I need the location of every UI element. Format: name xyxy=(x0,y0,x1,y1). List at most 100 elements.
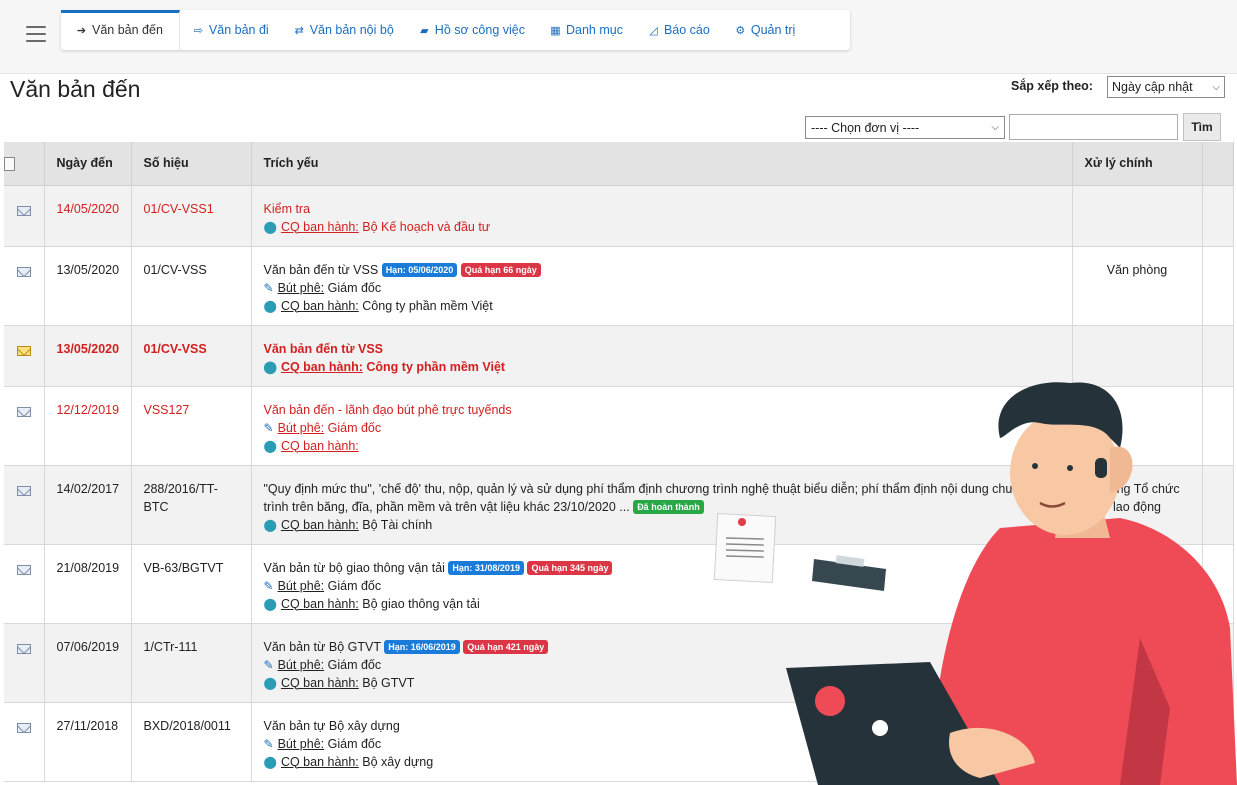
folder-icon: ▰ xyxy=(420,24,429,37)
tab-bao-cao[interactable]: ◿ Báo cáo xyxy=(635,10,722,50)
row-number: VB-63/BGTVT xyxy=(131,544,252,624)
header-date[interactable]: Ngày đến xyxy=(44,142,132,186)
sign-out-icon: ⇨ xyxy=(193,24,204,37)
row-issuer: ⬤ CQ ban hành: Công ty phần mềm Việt xyxy=(263,359,506,374)
search-button[interactable]: Tìm xyxy=(1183,113,1221,141)
tab-van-ban-di[interactable]: ⇨ Văn bản đi xyxy=(180,10,281,50)
header-number[interactable]: Số hiệu xyxy=(131,142,252,186)
row-issuer: ⬤ CQ ban hành: Bộ GTVT xyxy=(263,675,415,690)
envelope-icon xyxy=(16,267,31,278)
row-title-line: Văn bản đến từ VSS Hạn: 05/06/2020 Quá h… xyxy=(264,261,1060,279)
main-nav: ➔ Văn bản đến ⇨ Văn bản đi ⇄ Văn bản nội bộ… xyxy=(61,10,850,50)
search-input[interactable] xyxy=(1009,114,1178,140)
row-extra xyxy=(1202,465,1234,545)
row-extra xyxy=(1202,623,1234,703)
row-extra xyxy=(1202,246,1234,326)
envelope-icon xyxy=(16,407,31,418)
row-handler xyxy=(1072,623,1203,703)
row-issuer: ⬤ CQ ban hành: Bộ xây dựng xyxy=(263,754,434,769)
header-extra xyxy=(1202,142,1234,186)
row-icon-cell xyxy=(4,246,45,326)
envelope-icon xyxy=(16,206,31,217)
row-title-link[interactable]: Kiểm tra xyxy=(264,200,1060,218)
gears-icon: ⚙ xyxy=(735,24,746,37)
tab-ho-so-cong-viec[interactable]: ▰ Hồ sơ công việc xyxy=(406,10,537,50)
row-title-link[interactable]: Văn bản từ bộ giao thông vận tải xyxy=(264,561,445,575)
header-handler[interactable]: Xử lý chính xyxy=(1072,142,1203,186)
row-title-link[interactable]: Văn bản từ Bộ GTVT xyxy=(264,640,381,654)
row-icon-cell xyxy=(4,185,45,247)
table-row[interactable]: 07/06/2019 1/CTr-111 Văn bản từ Bộ GTVT … xyxy=(4,623,1234,703)
header-doc-icon-cell xyxy=(4,142,45,186)
map-marker-icon: ⬤ xyxy=(263,596,277,611)
tab-quan-tri[interactable]: ⚙ Quản trị xyxy=(722,10,807,50)
row-title-line: "Quy định mức thu", 'chế độ' thu, nộp, q… xyxy=(264,480,1060,516)
table-row[interactable]: 14/02/2017 288/2016/TT-BTC "Quy định mức… xyxy=(4,465,1234,545)
table-row[interactable]: 14/05/2020 01/CV-VSS1 Kiểm tra ⬤ CQ ban h… xyxy=(4,185,1234,247)
row-summary: "Quy định mức thu", 'chế độ' thu, nộp, q… xyxy=(251,465,1073,545)
row-summary: Văn bản từ bộ giao thông vận tải Hạn: 31… xyxy=(251,544,1073,624)
top-bar: ➔ Văn bản đến ⇨ Văn bản đi ⇄ Văn bản nội bộ… xyxy=(0,0,1237,74)
row-handler: Văn phòng xyxy=(1072,246,1203,326)
row-date: 13/05/2020 xyxy=(44,246,132,326)
row-icon-cell xyxy=(4,544,45,624)
row-handler xyxy=(1072,325,1203,387)
table-row[interactable]: 27/11/2018 BXD/2018/0011 Văn bản tự Bộ x… xyxy=(4,702,1234,782)
tab-van-ban-noi-bo[interactable]: ⇄ Văn bản nội bộ xyxy=(281,10,406,50)
overdue-badge: Quá hạn 345 ngày xyxy=(527,560,613,575)
exchange-icon: ⇄ xyxy=(294,24,304,37)
pencil-icon: ✎ xyxy=(263,578,274,593)
table-row[interactable]: 13/05/2020 01/CV-VSS Văn bản đến từ VSS … xyxy=(4,246,1234,326)
row-handler xyxy=(1072,702,1203,782)
envelope-icon xyxy=(16,644,31,655)
table-icon: ▦ xyxy=(550,24,561,37)
row-date: 14/05/2020 xyxy=(44,185,132,247)
row-date: 13/05/2020 xyxy=(44,325,132,387)
row-date: 21/08/2019 xyxy=(44,544,132,624)
row-number: 01/CV-VSS xyxy=(131,246,252,326)
row-handler xyxy=(1072,185,1203,247)
row-approver: ✎ Bút phê: Giám đốc xyxy=(263,578,382,593)
row-title-link[interactable]: Văn bản đến từ VSS xyxy=(264,263,379,277)
row-icon-cell xyxy=(4,623,45,703)
header-summary[interactable]: Trích yếu xyxy=(251,142,1073,186)
row-summary: Văn bản đến từ VSS Hạn: 05/06/2020 Quá h… xyxy=(251,246,1073,326)
envelope-unread-icon xyxy=(16,346,31,357)
row-date: 12/12/2019 xyxy=(44,386,132,466)
row-icon-cell xyxy=(4,465,45,545)
table-header: Ngày đến Số hiệu Trích yếu Xử lý chính xyxy=(4,142,1234,186)
table-row[interactable]: 21/08/2019 VB-63/BGTVT Văn bản từ bộ gia… xyxy=(4,544,1234,624)
row-extra xyxy=(1202,386,1234,466)
row-issuer: ⬤ CQ ban hành: Bộ giao thông vận tải xyxy=(263,596,480,611)
row-issuer: ⬤ CQ ban hành: Bộ Tài chính xyxy=(263,517,433,532)
row-handler xyxy=(1072,544,1203,624)
done-badge: Đã hoàn thành xyxy=(633,499,704,514)
sort-select[interactable]: Ngày cập nhật ⌵ xyxy=(1107,76,1225,98)
pencil-icon: ✎ xyxy=(263,657,274,672)
table-row[interactable]: 12/12/2019 VSS127 Văn bản đến - lãnh đạo… xyxy=(4,386,1234,466)
table-row[interactable]: 13/05/2020 01/CV-VSS Văn bản đến từ VSS … xyxy=(4,325,1234,387)
documents-table: Ngày đến Số hiệu Trích yếu Xử lý chính 1… xyxy=(4,142,1234,782)
chart-icon: ◿ xyxy=(649,24,658,37)
menu-icon[interactable] xyxy=(26,26,46,42)
tab-danh-muc[interactable]: ▦ Danh mục xyxy=(537,10,635,50)
map-marker-icon: ⬤ xyxy=(263,754,277,769)
row-extra xyxy=(1202,185,1234,247)
page-title: Văn bản đến xyxy=(10,76,141,102)
deadline-badge: Hạn: 05/06/2020 xyxy=(381,262,458,277)
tab-van-ban-den[interactable]: ➔ Văn bản đến xyxy=(61,10,180,50)
row-title-link[interactable]: Văn bản đến từ VSS xyxy=(264,340,1060,358)
row-title-link[interactable]: Văn bản tự Bộ xây dựng xyxy=(264,717,1060,735)
row-icon-cell xyxy=(4,386,45,466)
row-summary: Kiểm tra ⬤ CQ ban hành: Bộ Kế hoạch và đầ… xyxy=(251,185,1073,247)
envelope-icon xyxy=(16,723,31,734)
row-number: 01/CV-VSS1 xyxy=(131,185,252,247)
document-icon xyxy=(4,156,15,171)
map-marker-icon: ⬤ xyxy=(263,438,277,453)
envelope-icon xyxy=(16,565,31,576)
unit-select[interactable]: ---- Chọn đơn vị ---- ⌵ xyxy=(805,116,1005,139)
map-marker-icon: ⬤ xyxy=(263,219,277,234)
row-title-link[interactable]: Văn bản đến - lãnh đạo bút phê trực tuyế… xyxy=(264,401,1060,419)
envelope-icon xyxy=(16,486,31,497)
row-issuer: ⬤ CQ ban hành: xyxy=(263,438,359,453)
